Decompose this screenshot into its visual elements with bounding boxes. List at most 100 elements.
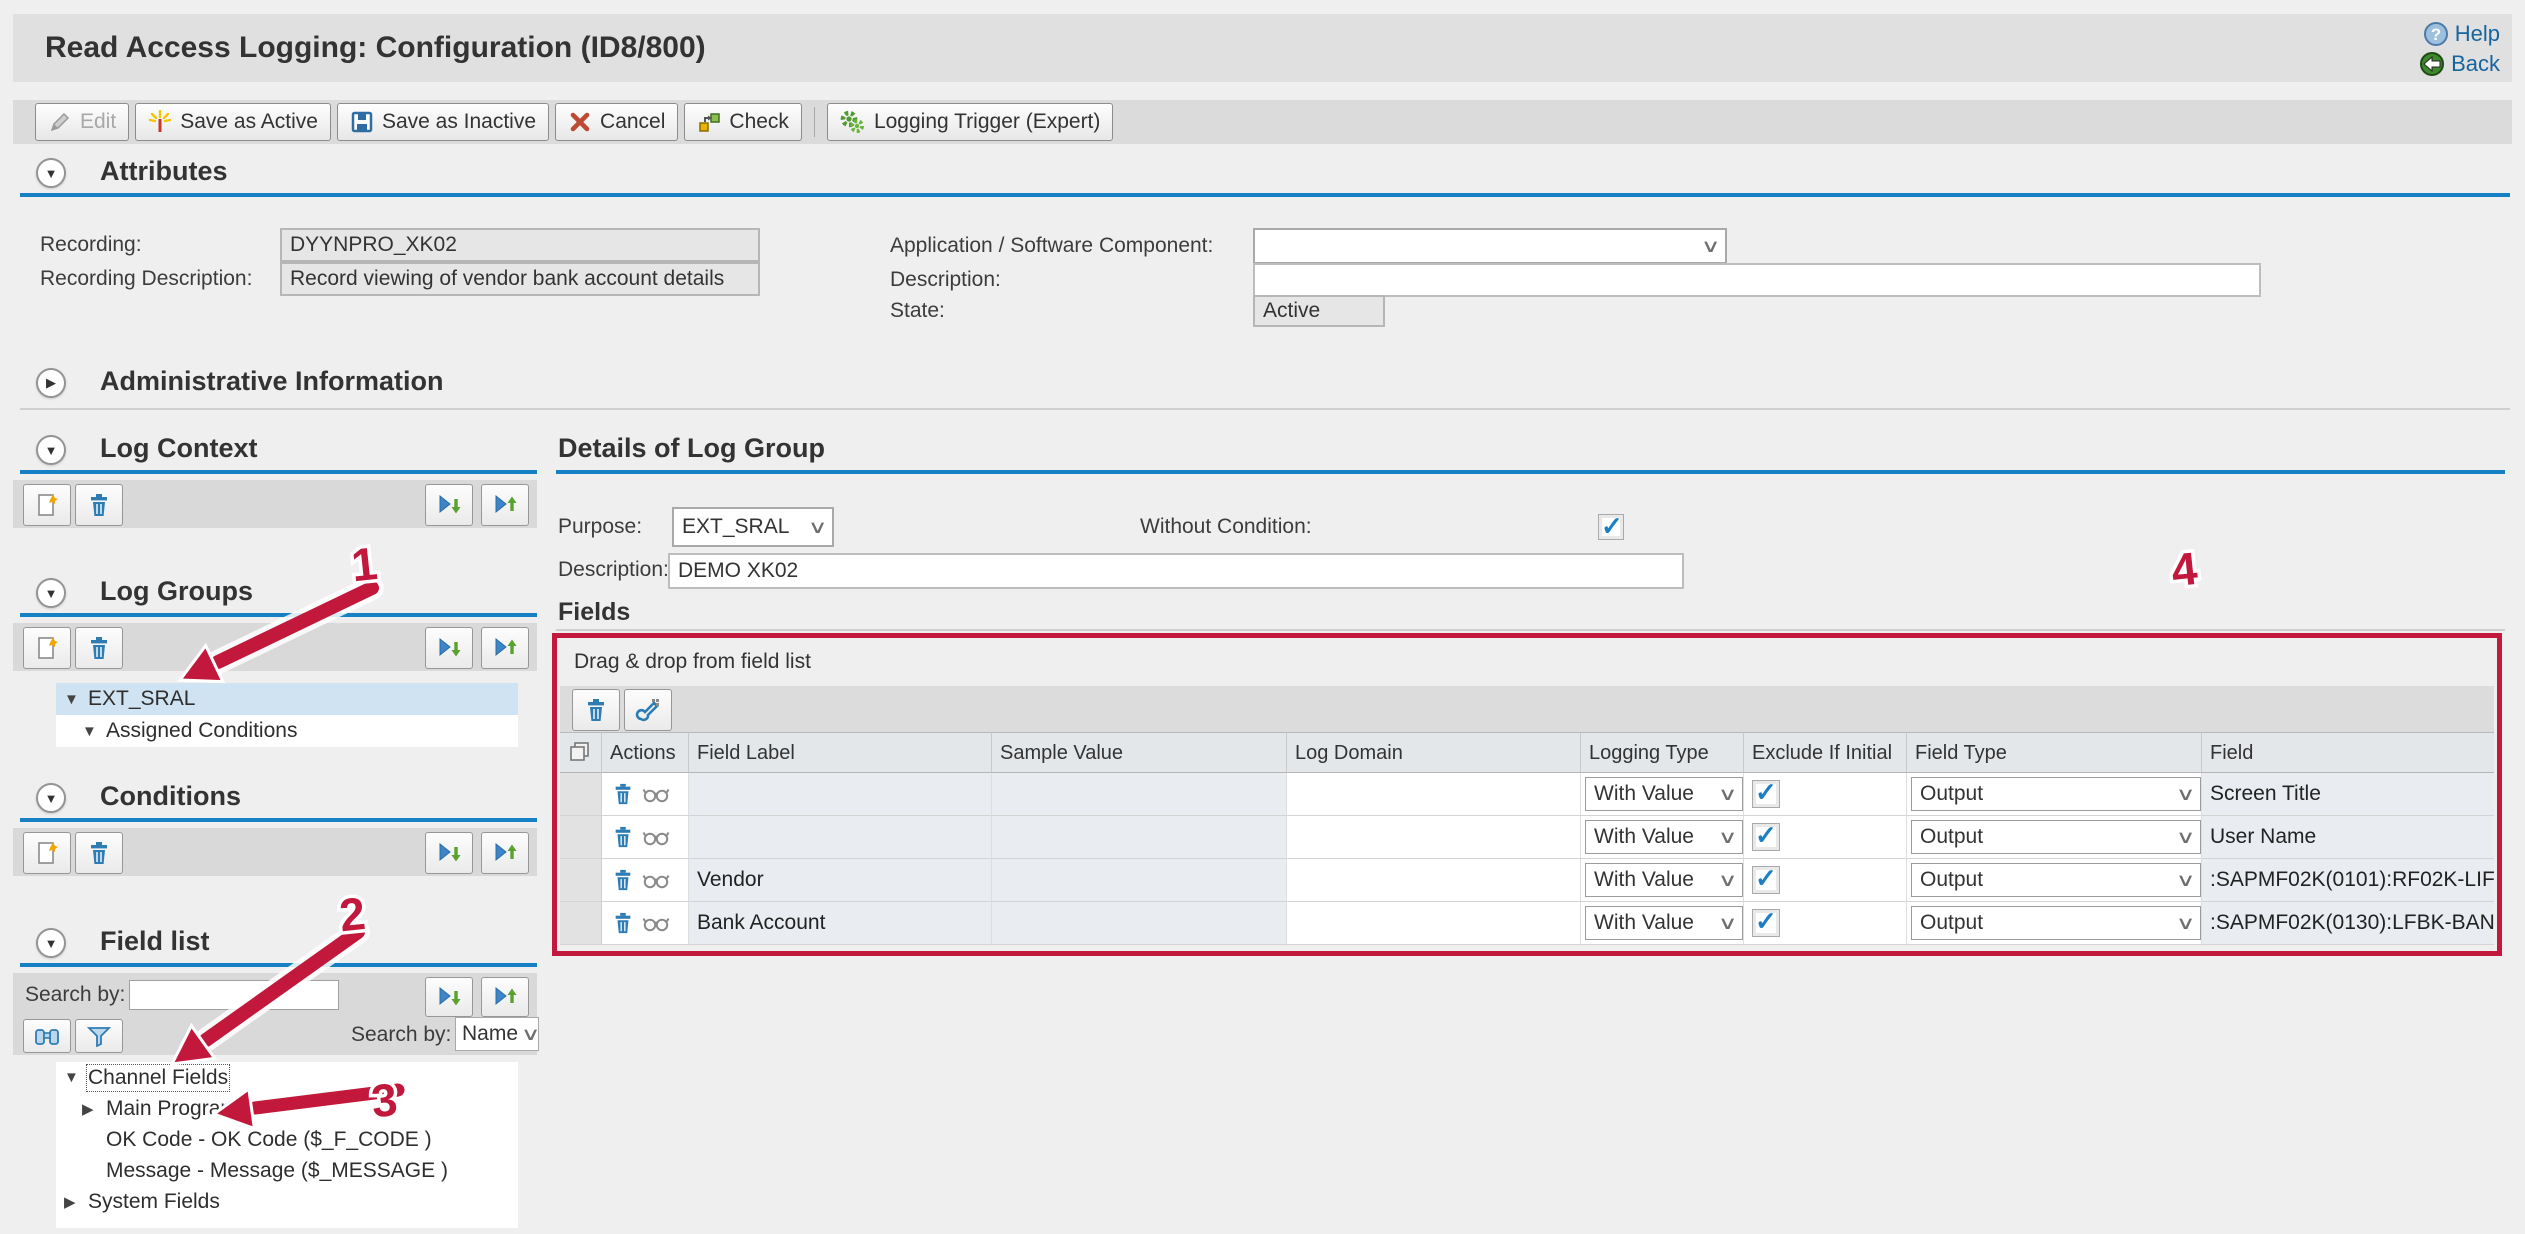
tree-item-system-fields[interactable]: ▶ System Fields — [56, 1186, 518, 1217]
new-document-icon — [34, 635, 60, 661]
chevron-down-icon: ∨ — [808, 517, 828, 538]
exclude-if-initial-checkbox[interactable]: ✓ — [1752, 780, 1780, 808]
log-groups-create-button[interactable] — [23, 627, 71, 669]
expander-icon[interactable]: ▶ — [82, 1100, 106, 1118]
log-groups-divider — [20, 613, 537, 617]
save-as-inactive-button[interactable]: Save as Inactive — [337, 103, 549, 141]
search-by-select[interactable]: Name∨ — [455, 1017, 539, 1051]
gears-icon — [840, 109, 866, 135]
display-glasses-icon[interactable] — [642, 912, 670, 934]
log-context-delete-button[interactable] — [75, 484, 123, 526]
exclude-if-initial-checkbox[interactable]: ✓ — [1752, 909, 1780, 937]
expander-icon[interactable]: ▼ — [82, 723, 106, 740]
conditions-collapse-toggle[interactable]: ▼ — [36, 783, 66, 813]
sample-value-cell — [992, 859, 1287, 902]
cancel-button[interactable]: Cancel — [555, 103, 678, 141]
expander-icon[interactable]: ▶ — [64, 1193, 88, 1211]
filter-funnel-icon — [87, 1025, 111, 1047]
log-context-collapse-all-button[interactable] — [481, 484, 529, 526]
conditions-create-button[interactable] — [23, 832, 71, 874]
tree-item-ok-code[interactable]: OK Code - OK Code ($_F_CODE ) — [56, 1124, 518, 1155]
log-groups-collapse-all-button[interactable] — [481, 627, 529, 669]
display-glasses-icon[interactable] — [642, 783, 670, 805]
help-link[interactable]: ? Help — [2419, 19, 2500, 49]
admin-info-collapse-toggle[interactable]: ▶ — [36, 368, 66, 398]
recording-label: Recording: — [40, 228, 142, 262]
column-header-field-label[interactable]: Field Label — [689, 732, 992, 773]
expander-icon[interactable]: ▼ — [64, 1069, 88, 1086]
fields-settings-button[interactable] — [624, 689, 672, 731]
state-field[interactable] — [1253, 295, 1385, 327]
delete-row-icon[interactable] — [612, 782, 634, 806]
column-header-sample-value[interactable]: Sample Value — [992, 732, 1287, 773]
row-selector[interactable] — [560, 902, 602, 945]
conditions-collapse-all-button[interactable] — [481, 832, 529, 874]
app-component-select[interactable]: ∨ — [1253, 228, 1727, 264]
exclude-if-initial-checkbox[interactable]: ✓ — [1752, 866, 1780, 894]
recording-field[interactable] — [280, 228, 760, 262]
display-glasses-icon[interactable] — [642, 869, 670, 891]
details-of-log-group-title: Details of Log Group — [558, 433, 825, 464]
log-groups-expand-all-button[interactable] — [425, 627, 473, 669]
logging-trigger-expert-button[interactable]: Logging Trigger (Expert) — [827, 103, 1113, 141]
conditions-expand-all-button[interactable] — [425, 832, 473, 874]
tree-item-channel-fields[interactable]: ▼ Channel Fields — [56, 1062, 518, 1093]
field-type-select[interactable]: Output∨ — [1911, 906, 2201, 940]
field-list-collapse-all-button[interactable] — [481, 977, 529, 1017]
tree-item-main-program[interactable]: ▶ Main Program — [56, 1093, 518, 1124]
search-input[interactable] — [129, 980, 339, 1010]
log-group-description-field[interactable] — [668, 553, 1684, 589]
attributes-collapse-toggle[interactable]: ▼ — [36, 158, 66, 188]
expand-all-icon — [435, 983, 463, 1011]
delete-row-icon[interactable] — [612, 825, 634, 849]
column-header-field-type[interactable]: Field Type — [1907, 732, 2202, 773]
tree-item-ext-sral[interactable]: ▼ EXT_SRAL — [56, 683, 518, 715]
log-context-toolbar — [13, 480, 537, 528]
field-list-expand-all-button[interactable] — [425, 977, 473, 1017]
edit-button[interactable]: Edit — [35, 103, 129, 141]
check-button[interactable]: Check — [684, 103, 802, 141]
log-groups-collapse-toggle[interactable]: ▼ — [36, 578, 66, 608]
tree-item-assigned-conditions[interactable]: ▼ Assigned Conditions — [56, 715, 518, 747]
field-type-select[interactable]: Output∨ — [1911, 863, 2201, 897]
log-groups-delete-button[interactable] — [75, 627, 123, 669]
conditions-delete-button[interactable] — [75, 832, 123, 874]
expander-icon[interactable]: ▼ — [64, 691, 88, 708]
back-link[interactable]: Back — [2419, 49, 2500, 79]
delete-row-icon[interactable] — [612, 911, 634, 935]
column-header-logging-type[interactable]: Logging Type — [1581, 732, 1744, 773]
field-type-select[interactable]: Output∨ — [1911, 820, 2201, 854]
purpose-select[interactable]: EXT_SRAL∨ — [672, 507, 834, 547]
description-field[interactable] — [1253, 263, 2261, 297]
log-context-collapse-toggle[interactable]: ▼ — [36, 435, 66, 465]
floppy-disk-icon — [350, 110, 374, 134]
log-context-create-button[interactable] — [23, 484, 71, 526]
save-as-active-button[interactable]: Save as Active — [135, 103, 331, 141]
row-selector[interactable] — [560, 859, 602, 902]
logging-type-select[interactable]: With Value∨ — [1585, 863, 1743, 897]
fields-delete-button[interactable] — [572, 689, 620, 731]
field-type-select[interactable]: Output∨ — [1911, 777, 2201, 811]
column-header-field[interactable]: Field — [2202, 732, 2494, 773]
row-selector[interactable] — [560, 773, 602, 816]
chevron-down-icon: ▼ — [45, 936, 58, 951]
logging-type-select[interactable]: With Value∨ — [1585, 820, 1743, 854]
select-all-cell[interactable] — [560, 732, 602, 773]
filter-button[interactable] — [75, 1019, 123, 1053]
field-list-collapse-toggle[interactable]: ▼ — [36, 928, 66, 958]
exclude-if-initial-checkbox[interactable]: ✓ — [1752, 823, 1780, 851]
tree-item-message[interactable]: Message - Message ($_MESSAGE ) — [56, 1155, 518, 1186]
without-condition-checkbox[interactable]: ✓ — [1598, 514, 1624, 540]
logging-type-select[interactable]: With Value∨ — [1585, 906, 1743, 940]
column-header-log-domain[interactable]: Log Domain — [1287, 732, 1581, 773]
trash-icon — [87, 840, 111, 866]
column-header-exclude-if-initial[interactable]: Exclude If Initial — [1744, 732, 1907, 773]
display-glasses-icon[interactable] — [642, 826, 670, 848]
column-header-actions[interactable]: Actions — [602, 732, 689, 773]
log-context-expand-all-button[interactable] — [425, 484, 473, 526]
delete-row-icon[interactable] — [612, 868, 634, 892]
find-button[interactable] — [23, 1019, 71, 1053]
row-selector[interactable] — [560, 816, 602, 859]
recording-description-field[interactable] — [280, 262, 760, 296]
logging-type-select[interactable]: With Value∨ — [1585, 777, 1743, 811]
